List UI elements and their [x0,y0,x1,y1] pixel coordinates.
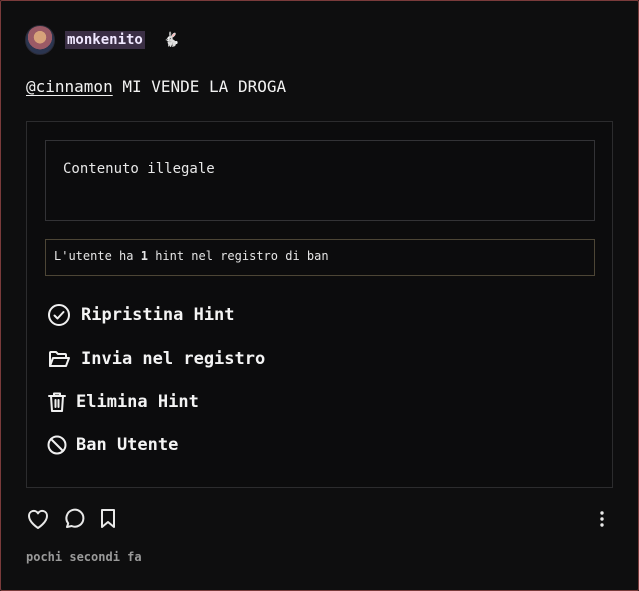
heart-icon[interactable] [26,508,50,534]
bookmark-icon[interactable] [98,508,118,534]
delete-hint-label: Elimina Hint [76,392,199,412]
post-header: monkenito 🐇 [25,25,180,55]
post-timestamp: pochi secondi fa [26,550,142,564]
hint-record-count: 1 [140,249,148,263]
comment-icon[interactable] [62,508,86,534]
report-reason: Contenuto illegale [45,140,595,221]
ban-user-button[interactable]: Ban Utente [47,435,178,455]
moderation-panel: Contenuto illegale L'utente ha 1 hint ne… [26,121,613,488]
folder-open-icon [47,347,71,371]
post-card: monkenito 🐇 @cinnamon MI VENDE LA DROGA … [0,0,639,591]
user-badge-icon: 🐇 [162,32,181,48]
check-circle-icon [47,303,71,327]
restore-hint-button[interactable]: Ripristina Hint [47,303,235,327]
send-to-record-label: Invia nel registro [81,349,266,369]
send-to-record-button[interactable]: Invia nel registro [47,347,265,371]
mention-link[interactable]: @cinnamon [26,77,113,96]
delete-hint-button[interactable]: Elimina Hint [47,391,199,413]
hint-record-info: L'utente ha 1 hint nel registro di ban [45,239,595,276]
hint-record-suffix: hint nel registro di ban [155,249,329,263]
avatar[interactable] [25,25,55,55]
author-username[interactable]: monkenito [65,31,145,49]
post-body: MI VENDE LA DROGA [122,77,287,96]
ban-user-label: Ban Utente [76,435,179,455]
more-vertical-icon[interactable] [595,509,609,533]
hint-record-prefix: L'utente ha [54,249,134,263]
restore-hint-label: Ripristina Hint [81,305,235,325]
ban-icon [47,435,67,455]
trash-icon [47,391,67,413]
post-actions-bar [26,508,130,534]
post-text: @cinnamon MI VENDE LA DROGA [26,77,286,96]
